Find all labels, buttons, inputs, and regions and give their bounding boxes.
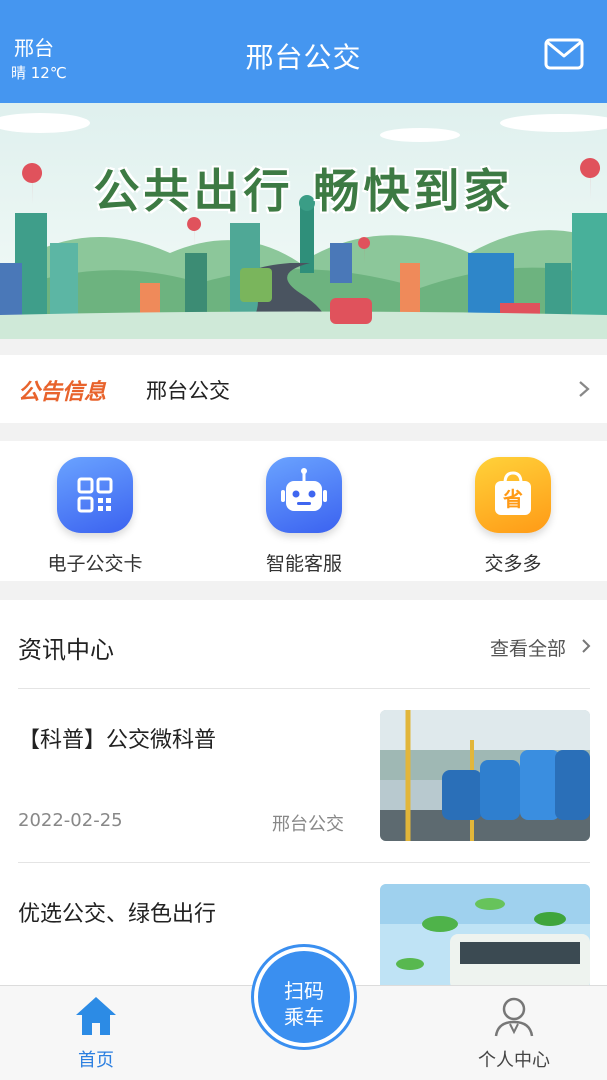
scan-button-line1: 扫码 (284, 979, 324, 1003)
service-jiaoduoduo[interactable]: 省 交多多 (433, 457, 593, 576)
divider (18, 862, 590, 863)
nav-home-label: 首页 (78, 1050, 114, 1071)
news-item-title[interactable]: 【科普】公交微科普 (18, 722, 216, 754)
nav-profile-label: 个人中心 (478, 1050, 550, 1071)
banner-slogan: 公共出行 畅快到家 (93, 164, 514, 218)
services-grid: 电子公交卡 智能客服 省 交多多 (0, 441, 607, 581)
divider (18, 688, 590, 689)
chevron-right-icon[interactable] (577, 379, 591, 399)
page-title: 邢台公交 (245, 41, 362, 74)
app-header: 邢台 晴 12℃ 邢台公交 (0, 0, 607, 103)
city-illustration (0, 103, 607, 339)
promo-banner[interactable]: 公共出行 畅快到家 (0, 103, 607, 339)
scan-to-ride-button[interactable]: 扫码 乘车 (254, 947, 354, 1047)
service-label: 交多多 (484, 553, 542, 575)
qr-code-icon (57, 457, 133, 533)
news-section: 资讯中心 查看全部 【科普】公交微科普 2022-02-25 邢台公交 优选公交… (0, 600, 607, 990)
service-support[interactable]: 智能客服 (224, 457, 384, 576)
news-item-title[interactable]: 优选公交、绿色出行 (18, 896, 216, 928)
user-icon (494, 997, 534, 1037)
service-ecard[interactable]: 电子公交卡 (15, 457, 175, 576)
notice-tag: 公告信息 (18, 380, 107, 405)
notice-text[interactable]: 邢台公交 (146, 375, 230, 405)
chevron-right-icon[interactable] (580, 637, 592, 655)
view-all-link[interactable]: 查看全部 (490, 634, 566, 661)
news-item-date: 2022-02-25 (18, 810, 123, 831)
news-section-title: 资讯中心 (18, 636, 114, 664)
news-item-source: 邢台公交 (272, 814, 344, 835)
service-label: 智能客服 (265, 553, 342, 575)
home-icon (76, 997, 116, 1035)
news-thumbnail-bus-seats[interactable] (380, 710, 590, 841)
notice-bar[interactable]: 公告信息 邢台公交 (0, 355, 607, 423)
svg-text:省: 省 (502, 487, 523, 511)
mail-icon[interactable] (544, 38, 584, 70)
nav-home[interactable]: 首页 (56, 994, 136, 1072)
shopping-bag-icon: 省 (475, 457, 551, 533)
service-label: 电子公交卡 (47, 553, 143, 575)
scan-button-line2: 乘车 (284, 1005, 324, 1029)
robot-icon (266, 457, 342, 533)
nav-profile[interactable]: 个人中心 (466, 994, 562, 1072)
news-thumbnail-green-bus[interactable] (380, 884, 590, 990)
